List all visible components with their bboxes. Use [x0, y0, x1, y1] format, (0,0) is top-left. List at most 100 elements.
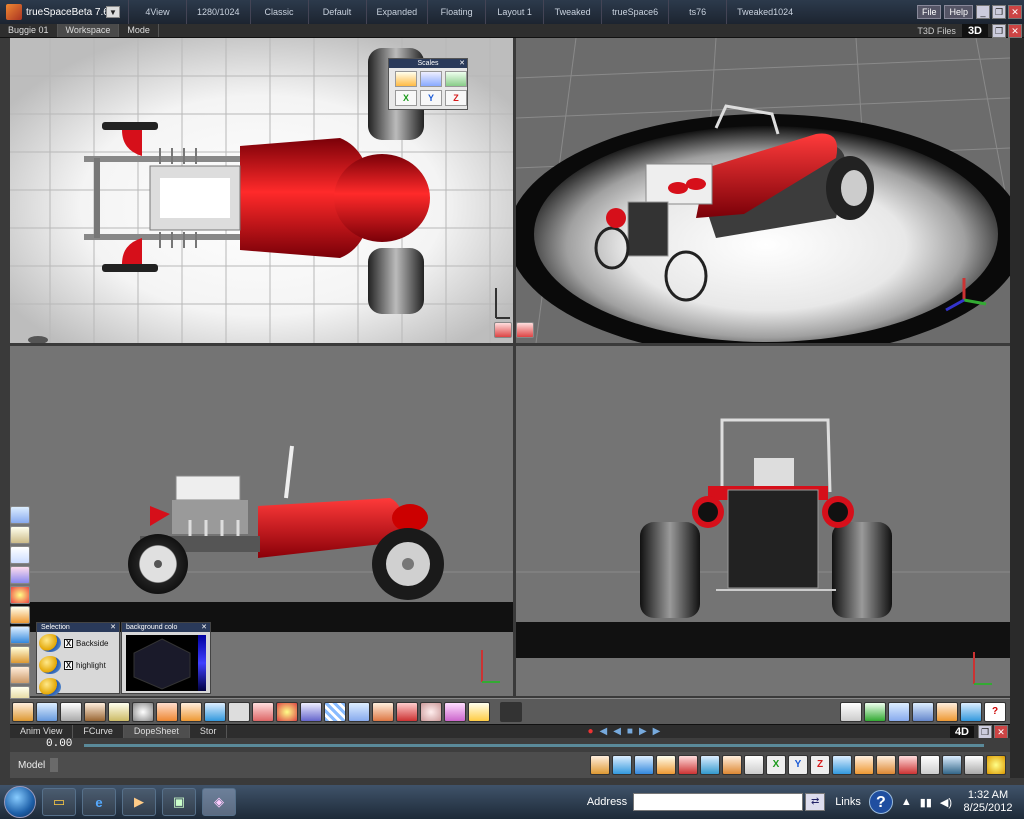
file-button[interactable]: File [916, 5, 942, 19]
wrench-icon[interactable] [590, 755, 610, 775]
material-ball-icon[interactable] [39, 656, 61, 674]
help-icon[interactable]: ? [868, 790, 893, 814]
spline-tool-icon[interactable] [10, 526, 30, 544]
scale-icon[interactable] [854, 755, 874, 775]
bones-icon[interactable] [348, 701, 370, 722]
axis-z-toggle[interactable]: Z [445, 90, 467, 106]
cube-icon[interactable] [700, 755, 720, 775]
selection-panel-header[interactable]: Selection ✕ [37, 623, 119, 632]
viewport-close-button[interactable]: ✕ [1008, 23, 1022, 38]
scale-icon-2[interactable] [420, 71, 442, 87]
box-tool-icon[interactable] [10, 606, 30, 624]
model-field[interactable] [50, 758, 58, 772]
front-viewport[interactable] [516, 346, 1010, 696]
view-home-icon[interactable] [516, 322, 534, 338]
pattern-icon[interactable] [324, 701, 346, 722]
cursor-icon[interactable] [840, 701, 862, 722]
ik-icon[interactable] [372, 701, 394, 722]
prev-key-icon[interactable]: ◀ [599, 726, 607, 737]
spiral-icon[interactable] [634, 755, 654, 775]
tab-fcurve[interactable]: FCurve [73, 725, 124, 738]
maximize-button[interactable]: ❐ [992, 5, 1006, 19]
tab-mode[interactable]: Mode [119, 24, 159, 37]
scales-panel-header[interactable]: Scales ✕ [389, 59, 467, 68]
material-ball-icon[interactable] [39, 634, 61, 652]
tools-icon[interactable] [10, 666, 30, 684]
chest-icon[interactable] [84, 701, 106, 722]
internet-explorer-icon[interactable]: e [82, 788, 116, 816]
red-book-icon[interactable] [396, 701, 418, 722]
background-panel-header[interactable]: background colo ✕ [122, 623, 210, 632]
camera2-icon[interactable] [964, 755, 984, 775]
context-truespace6[interactable]: trueSpace6 [601, 0, 668, 24]
help-button[interactable]: Help [944, 5, 973, 19]
list-icon[interactable] [888, 701, 910, 722]
play-back-icon[interactable]: ◀ [613, 726, 621, 737]
ring-icon[interactable] [444, 701, 466, 722]
primitives-icon[interactable] [10, 546, 30, 564]
t3d-files-label[interactable]: T3D Files [917, 26, 956, 36]
timeline[interactable]: 0.00 [10, 738, 1010, 752]
object-tool-icon[interactable] [10, 506, 30, 524]
brush2-icon[interactable] [300, 701, 322, 722]
object-name-tab[interactable]: Buggie 01 [0, 24, 58, 37]
rotate-icon[interactable] [612, 755, 632, 775]
context-4view[interactable]: 4View [128, 0, 186, 24]
layers2-icon[interactable] [912, 701, 934, 722]
color-picker-swatch[interactable] [126, 635, 198, 691]
scale-icon-1[interactable] [395, 71, 417, 87]
pencil-icon[interactable] [252, 701, 274, 722]
start-orb[interactable] [4, 786, 36, 818]
stop-icon[interactable]: ■ [627, 726, 633, 737]
context-floating[interactable]: Floating [427, 0, 485, 24]
panel-close-icon[interactable]: ✕ [201, 623, 207, 632]
help-circle-icon[interactable] [960, 701, 982, 722]
tray-arrow-icon[interactable]: ▲ [901, 796, 912, 808]
palette-icon[interactable] [276, 701, 298, 722]
folder-icon[interactable]: ▭ [42, 788, 76, 816]
context-resolution[interactable]: 1280/1024 [186, 0, 250, 24]
monitor-icon[interactable] [942, 755, 962, 775]
cone-icon[interactable] [10, 566, 30, 584]
vertical-scrollbar[interactable] [1010, 38, 1024, 778]
network-icon[interactable]: ▮▮ [920, 796, 932, 809]
close-button[interactable]: ✕ [1008, 5, 1022, 19]
yellow-tool-icon[interactable] [468, 701, 490, 722]
axis-y-toggle[interactable]: Y [420, 90, 442, 106]
perspective-viewport[interactable] [516, 38, 1010, 343]
context-layout1[interactable]: Layout 1 [485, 0, 543, 24]
materials-icon[interactable] [108, 701, 130, 722]
mesh-icon[interactable] [722, 755, 742, 775]
backside-checkbox[interactable]: X [64, 638, 73, 648]
timeline-track[interactable] [84, 744, 984, 747]
paint-bucket-icon[interactable] [12, 701, 34, 722]
nodes-icon[interactable] [876, 755, 896, 775]
context-expanded[interactable]: Expanded [365, 0, 428, 24]
arc-icon[interactable] [156, 701, 178, 722]
magnet-icon[interactable] [678, 755, 698, 775]
record-icon[interactable]: ● [587, 726, 593, 737]
axis-z-icon[interactable]: Z [810, 755, 830, 775]
clock[interactable]: 1:32 AM 8/25/2012 [960, 789, 1016, 815]
context-tweaked[interactable]: Tweaked [543, 0, 601, 24]
anim-close-button[interactable]: ✕ [994, 724, 1008, 739]
cluster-icon[interactable] [10, 626, 30, 644]
outline-icon[interactable] [228, 701, 250, 722]
panel-close-icon[interactable]: ✕ [110, 623, 116, 632]
minimize-button[interactable]: _ [976, 5, 990, 19]
axis-x-toggle[interactable]: X [395, 90, 417, 106]
app-icon[interactable]: ▣ [162, 788, 196, 816]
box-mat-icon[interactable] [180, 701, 202, 722]
axis-x-icon[interactable]: X [766, 755, 786, 775]
context-default[interactable]: Default [307, 0, 366, 24]
axis-y-icon[interactable]: Y [788, 755, 808, 775]
face-icon[interactable] [420, 701, 442, 722]
delete-icon[interactable] [898, 755, 918, 775]
context-tweaked1024[interactable]: Tweaked1024 [726, 0, 803, 24]
sphere-mat-icon[interactable] [132, 701, 154, 722]
truespace-icon[interactable]: ◈ [202, 788, 236, 816]
copy-icon[interactable] [920, 755, 940, 775]
refresh-icon[interactable] [832, 755, 852, 775]
green-book-icon[interactable] [864, 701, 886, 722]
go-button[interactable]: ⇄ [805, 793, 826, 811]
